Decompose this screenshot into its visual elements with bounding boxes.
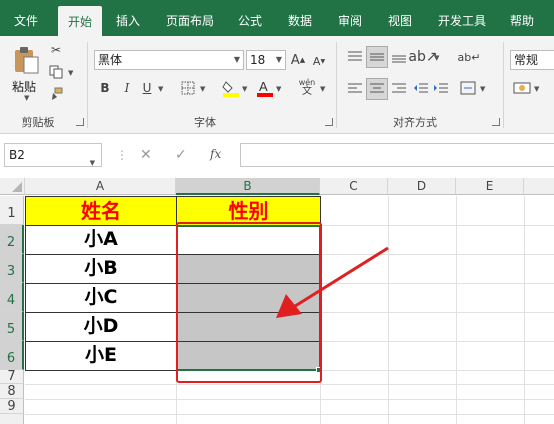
row-header-9[interactable]: 9 (0, 399, 24, 414)
copy-dropdown-icon[interactable]: ▼ (68, 69, 73, 77)
underline-button[interactable]: U (140, 80, 154, 96)
merge-center-icon[interactable] (458, 78, 478, 98)
fill-color-icon[interactable] (222, 78, 240, 98)
row-header-4[interactable]: 4 (0, 283, 24, 312)
row-header-10[interactable] (0, 414, 24, 424)
fill-handle[interactable] (316, 367, 322, 373)
wrap-text-icon[interactable]: ab↵ (458, 46, 481, 68)
align-bottom-icon[interactable] (390, 48, 408, 66)
alignment-group-label: 对齐方式 (393, 116, 437, 129)
row-header-8[interactable]: 8 (0, 384, 24, 399)
font-color-dropdown-icon[interactable]: ▼ (276, 85, 281, 93)
shrink-font-icon[interactable]: A ▼ (312, 54, 326, 68)
column-header-d[interactable]: D (388, 178, 456, 195)
name-box[interactable]: B2 ▼ (4, 143, 102, 167)
column-header-a[interactable]: A (25, 178, 176, 195)
accounting-format-icon[interactable] (512, 78, 532, 98)
enter-icon[interactable]: ✓ (175, 147, 187, 163)
orientation-icon[interactable]: ab↗ (408, 48, 437, 66)
font-name-select[interactable]: 黑体 ▼ (94, 50, 244, 70)
fill-color-dropdown-icon[interactable]: ▼ (242, 85, 247, 93)
align-top-icon[interactable] (346, 48, 364, 66)
tab-data[interactable]: 数据 (282, 0, 318, 36)
ribbon-tab-bar: 文件 开始 插入 页面布局 公式 数据 审阅 视图 开发工具 帮助 (0, 0, 554, 36)
ribbon-separator (336, 42, 337, 128)
ribbon-separator (503, 42, 504, 128)
worksheet-grid: A B C D E 1 2 3 4 5 6 7 8 9 姓名 性别 小A 小B … (0, 178, 554, 424)
align-center-icon[interactable] (366, 78, 388, 100)
align-right-icon[interactable] (390, 80, 408, 98)
phonetic-guide-icon[interactable]: wén 文 (296, 76, 318, 98)
cell-a3[interactable]: 小B (25, 254, 177, 284)
column-header-c[interactable]: C (320, 178, 388, 195)
cell-a5[interactable]: 小D (25, 312, 177, 342)
tab-page-layout[interactable]: 页面布局 (160, 0, 220, 36)
tab-help[interactable]: 帮助 (502, 0, 542, 36)
font-group-label: 字体 (194, 116, 216, 129)
cut-icon[interactable]: ✂ (48, 42, 64, 58)
grow-font-icon[interactable]: A ▲ (290, 52, 306, 68)
formula-input[interactable] (240, 143, 554, 167)
column-header-b[interactable]: B (176, 178, 320, 195)
align-middle-icon[interactable] (366, 46, 388, 68)
paste-label[interactable]: 粘贴 (12, 78, 36, 95)
decrease-indent-icon[interactable] (412, 80, 430, 98)
clipboard-launcher-icon[interactable] (76, 118, 84, 126)
tab-formulas[interactable]: 公式 (232, 0, 268, 36)
align-left-icon[interactable] (346, 80, 364, 98)
font-color-icon[interactable]: A (256, 78, 274, 98)
cell-a4[interactable]: 小C (25, 283, 177, 313)
copy-icon[interactable] (48, 64, 64, 80)
ribbon-separator (87, 42, 88, 128)
borders-dropdown-icon[interactable]: ▼ (200, 85, 205, 93)
borders-icon[interactable] (180, 80, 196, 96)
cell-b1[interactable]: 性别 (176, 196, 321, 226)
cell-a1[interactable]: 姓名 (25, 196, 177, 226)
number-format-select[interactable]: 常规 (510, 50, 554, 70)
row-header-6[interactable]: 6 (0, 341, 24, 370)
formula-bar: B2 ▼ ⋮ ✕ ✓ fx (0, 134, 554, 178)
italic-button[interactable]: I (120, 80, 134, 96)
annotation-arrow-icon (276, 246, 389, 318)
ribbon: 粘贴 ▼ ✂ ▼ 剪贴板 黑体 ▼ 18 ▼ A ▲ A ▼ B I U ▼ ▼ ▼ A… (0, 36, 554, 134)
tab-insert[interactable]: 插入 (110, 0, 146, 36)
tab-home[interactable]: 开始 (58, 6, 102, 36)
format-painter-icon[interactable] (48, 86, 64, 102)
row-header-3[interactable]: 3 (0, 254, 24, 283)
cell-a6[interactable]: 小E (25, 341, 177, 371)
orientation-dropdown-icon[interactable]: ▼ (434, 54, 439, 62)
tab-view[interactable]: 视图 (382, 0, 418, 36)
row-header-1[interactable]: 1 (0, 196, 24, 225)
increase-indent-icon[interactable] (432, 80, 450, 98)
select-all-corner[interactable] (0, 178, 25, 195)
cancel-icon[interactable]: ✕ (140, 147, 152, 163)
merge-dropdown-icon[interactable]: ▼ (480, 85, 485, 93)
bold-button[interactable]: B (98, 80, 112, 96)
paste-dropdown-icon[interactable]: ▼ (24, 94, 29, 102)
column-header-e[interactable]: E (456, 178, 524, 195)
formula-bar-grip-icon: ⋮ (116, 148, 128, 162)
paste-icon[interactable] (10, 44, 42, 76)
tab-developer[interactable]: 开发工具 (432, 0, 492, 36)
cell-b6[interactable] (176, 341, 321, 371)
tab-file[interactable]: 文件 (8, 0, 44, 36)
row-header-7[interactable]: 7 (0, 370, 24, 384)
row-header-5[interactable]: 5 (0, 312, 24, 341)
svg-text:A: A (259, 79, 268, 94)
font-size-select[interactable]: 18 ▼ (246, 50, 286, 70)
cell-a2[interactable]: 小A (25, 225, 177, 255)
clipboard-group-label: 剪贴板 (21, 116, 55, 129)
accounting-dropdown-icon[interactable]: ▼ (534, 85, 539, 93)
underline-dropdown-icon[interactable]: ▼ (158, 85, 163, 93)
phonetic-dropdown-icon[interactable]: ▼ (320, 85, 325, 93)
insert-function-icon[interactable]: fx (210, 147, 221, 161)
font-launcher-icon[interactable] (325, 118, 333, 126)
row-header-2[interactable]: 2 (0, 225, 24, 254)
alignment-launcher-icon[interactable] (492, 118, 500, 126)
tab-review[interactable]: 审阅 (332, 0, 368, 36)
column-header-f[interactable] (524, 178, 554, 195)
